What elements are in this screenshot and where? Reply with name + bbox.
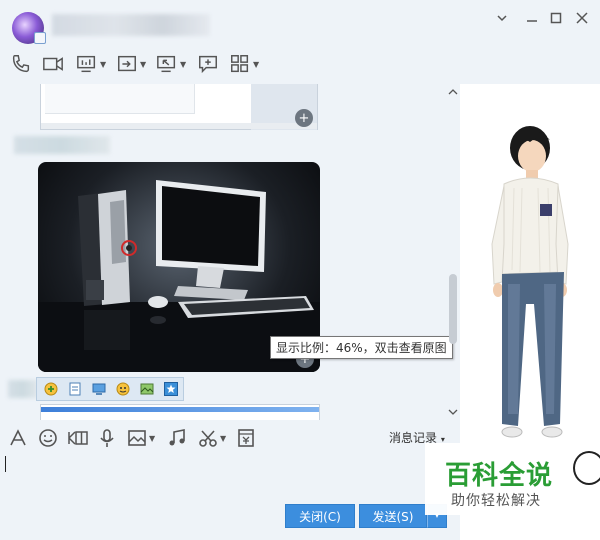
smiley-icon xyxy=(39,429,57,447)
monitor-icon xyxy=(92,383,106,395)
document-icon xyxy=(69,382,81,396)
add-sticker-icon xyxy=(44,382,58,396)
screenshot-status-bar xyxy=(41,123,317,129)
zoom-in-icon[interactable]: + xyxy=(295,109,313,127)
file-transfer-button[interactable]: ▼ xyxy=(116,52,146,76)
video-call-button[interactable] xyxy=(42,52,64,76)
scroll-up-button[interactable] xyxy=(447,86,459,98)
watermark-subtitle: 助你轻松解决 xyxy=(451,493,541,509)
sender-name-blurred xyxy=(8,380,38,398)
music-note-icon xyxy=(169,429,185,446)
emoji-icon xyxy=(116,382,130,396)
chevron-down-icon: ▼ xyxy=(253,59,260,69)
emoji-picker-button[interactable] xyxy=(38,426,58,450)
image-zoom-tooltip: 显示比例：46%，双击查看原图 xyxy=(270,336,453,359)
screen-share-icon xyxy=(77,55,96,73)
device-status-icon xyxy=(34,32,46,44)
music-button[interactable] xyxy=(167,426,187,450)
screenshot-image-message[interactable]: + xyxy=(40,84,318,130)
chevron-down-icon xyxy=(497,15,507,22)
screenshot-button[interactable]: ▼ xyxy=(198,426,226,450)
edit-image-button[interactable] xyxy=(137,380,157,398)
save-as-button[interactable] xyxy=(65,380,85,398)
close-window-button[interactable] xyxy=(572,8,592,28)
new-chat-icon xyxy=(199,55,217,74)
scrollbar-thumb[interactable] xyxy=(449,274,457,344)
image-icon xyxy=(128,430,146,446)
emoji-button[interactable] xyxy=(113,380,133,398)
remote-desktop-icon xyxy=(157,55,176,73)
chevron-down-icon: ▼ xyxy=(100,59,107,69)
scroll-down-button[interactable] xyxy=(447,406,459,418)
title-bar xyxy=(0,0,600,44)
chat-scrollbar[interactable] xyxy=(447,84,459,420)
remote-desktop-button[interactable]: ▼ xyxy=(156,52,186,76)
voice-message-button[interactable] xyxy=(98,426,116,450)
zoom-symbol: + xyxy=(298,110,310,126)
screenshot-window-preview xyxy=(45,84,195,114)
send-image-button[interactable]: ▼ xyxy=(127,426,155,450)
apps-button[interactable]: ▼ xyxy=(229,52,259,76)
font-icon xyxy=(10,429,26,446)
red-packet-button[interactable] xyxy=(237,426,255,450)
chevron-down-icon: ▼ xyxy=(220,433,227,443)
chevron-down-icon: ▼ xyxy=(140,59,147,69)
gif-button[interactable] xyxy=(67,426,89,450)
chevron-up-icon xyxy=(448,89,458,95)
chat-message-area[interactable]: + + 显示比例：46%，双击查看原图 xyxy=(0,84,460,420)
maximize-icon xyxy=(550,12,562,24)
new-chat-button[interactable] xyxy=(197,52,219,76)
image-hover-toolbar xyxy=(36,377,184,401)
scissors-icon xyxy=(199,430,217,447)
apps-icon xyxy=(231,55,249,73)
input-toolbar: ▼ ▼ 消息记录 ▾ xyxy=(0,424,460,452)
chevron-down-icon xyxy=(448,409,458,415)
file-transfer-icon xyxy=(118,55,136,72)
video-icon xyxy=(43,57,63,71)
settings-dropdown-button[interactable] xyxy=(492,8,512,28)
gif-icon xyxy=(68,431,88,445)
font-button[interactable] xyxy=(8,426,28,450)
favorite-button[interactable] xyxy=(161,380,181,398)
maximize-button[interactable] xyxy=(546,8,566,28)
picture-edit-icon xyxy=(140,383,154,395)
message-input[interactable] xyxy=(0,452,460,502)
star-icon xyxy=(164,382,178,396)
red-packet-icon xyxy=(238,429,254,447)
screen-share-button[interactable]: ▼ xyxy=(76,52,106,76)
baike-watermark: 百科全说 助你轻松解决 xyxy=(425,443,600,515)
add-emoji-button[interactable] xyxy=(41,380,61,398)
text-cursor xyxy=(5,456,6,472)
watermark-title: 百科全说 xyxy=(445,461,554,491)
chevron-down-icon: ▼ xyxy=(149,433,156,443)
minimize-button[interactable] xyxy=(522,8,542,28)
screenshot-titlebar-strip xyxy=(41,407,319,412)
close-button[interactable]: 关闭(C) xyxy=(285,504,355,528)
sender-name-blurred xyxy=(14,136,110,154)
microphone-icon xyxy=(100,429,114,447)
contact-name-blurred[interactable] xyxy=(52,14,210,36)
phone-icon xyxy=(12,55,30,73)
minimize-icon xyxy=(527,20,537,22)
voice-call-button[interactable] xyxy=(10,52,32,76)
send-button[interactable]: 发送(S) xyxy=(359,504,427,528)
close-icon xyxy=(576,12,588,24)
watermark-decoration xyxy=(573,451,600,485)
chevron-down-icon: ▼ xyxy=(180,59,187,69)
view-image-button[interactable] xyxy=(89,380,109,398)
screenshot-image-message[interactable] xyxy=(40,404,320,420)
chat-toolbar: ▼ ▼ ▼ ▼ xyxy=(0,48,600,80)
